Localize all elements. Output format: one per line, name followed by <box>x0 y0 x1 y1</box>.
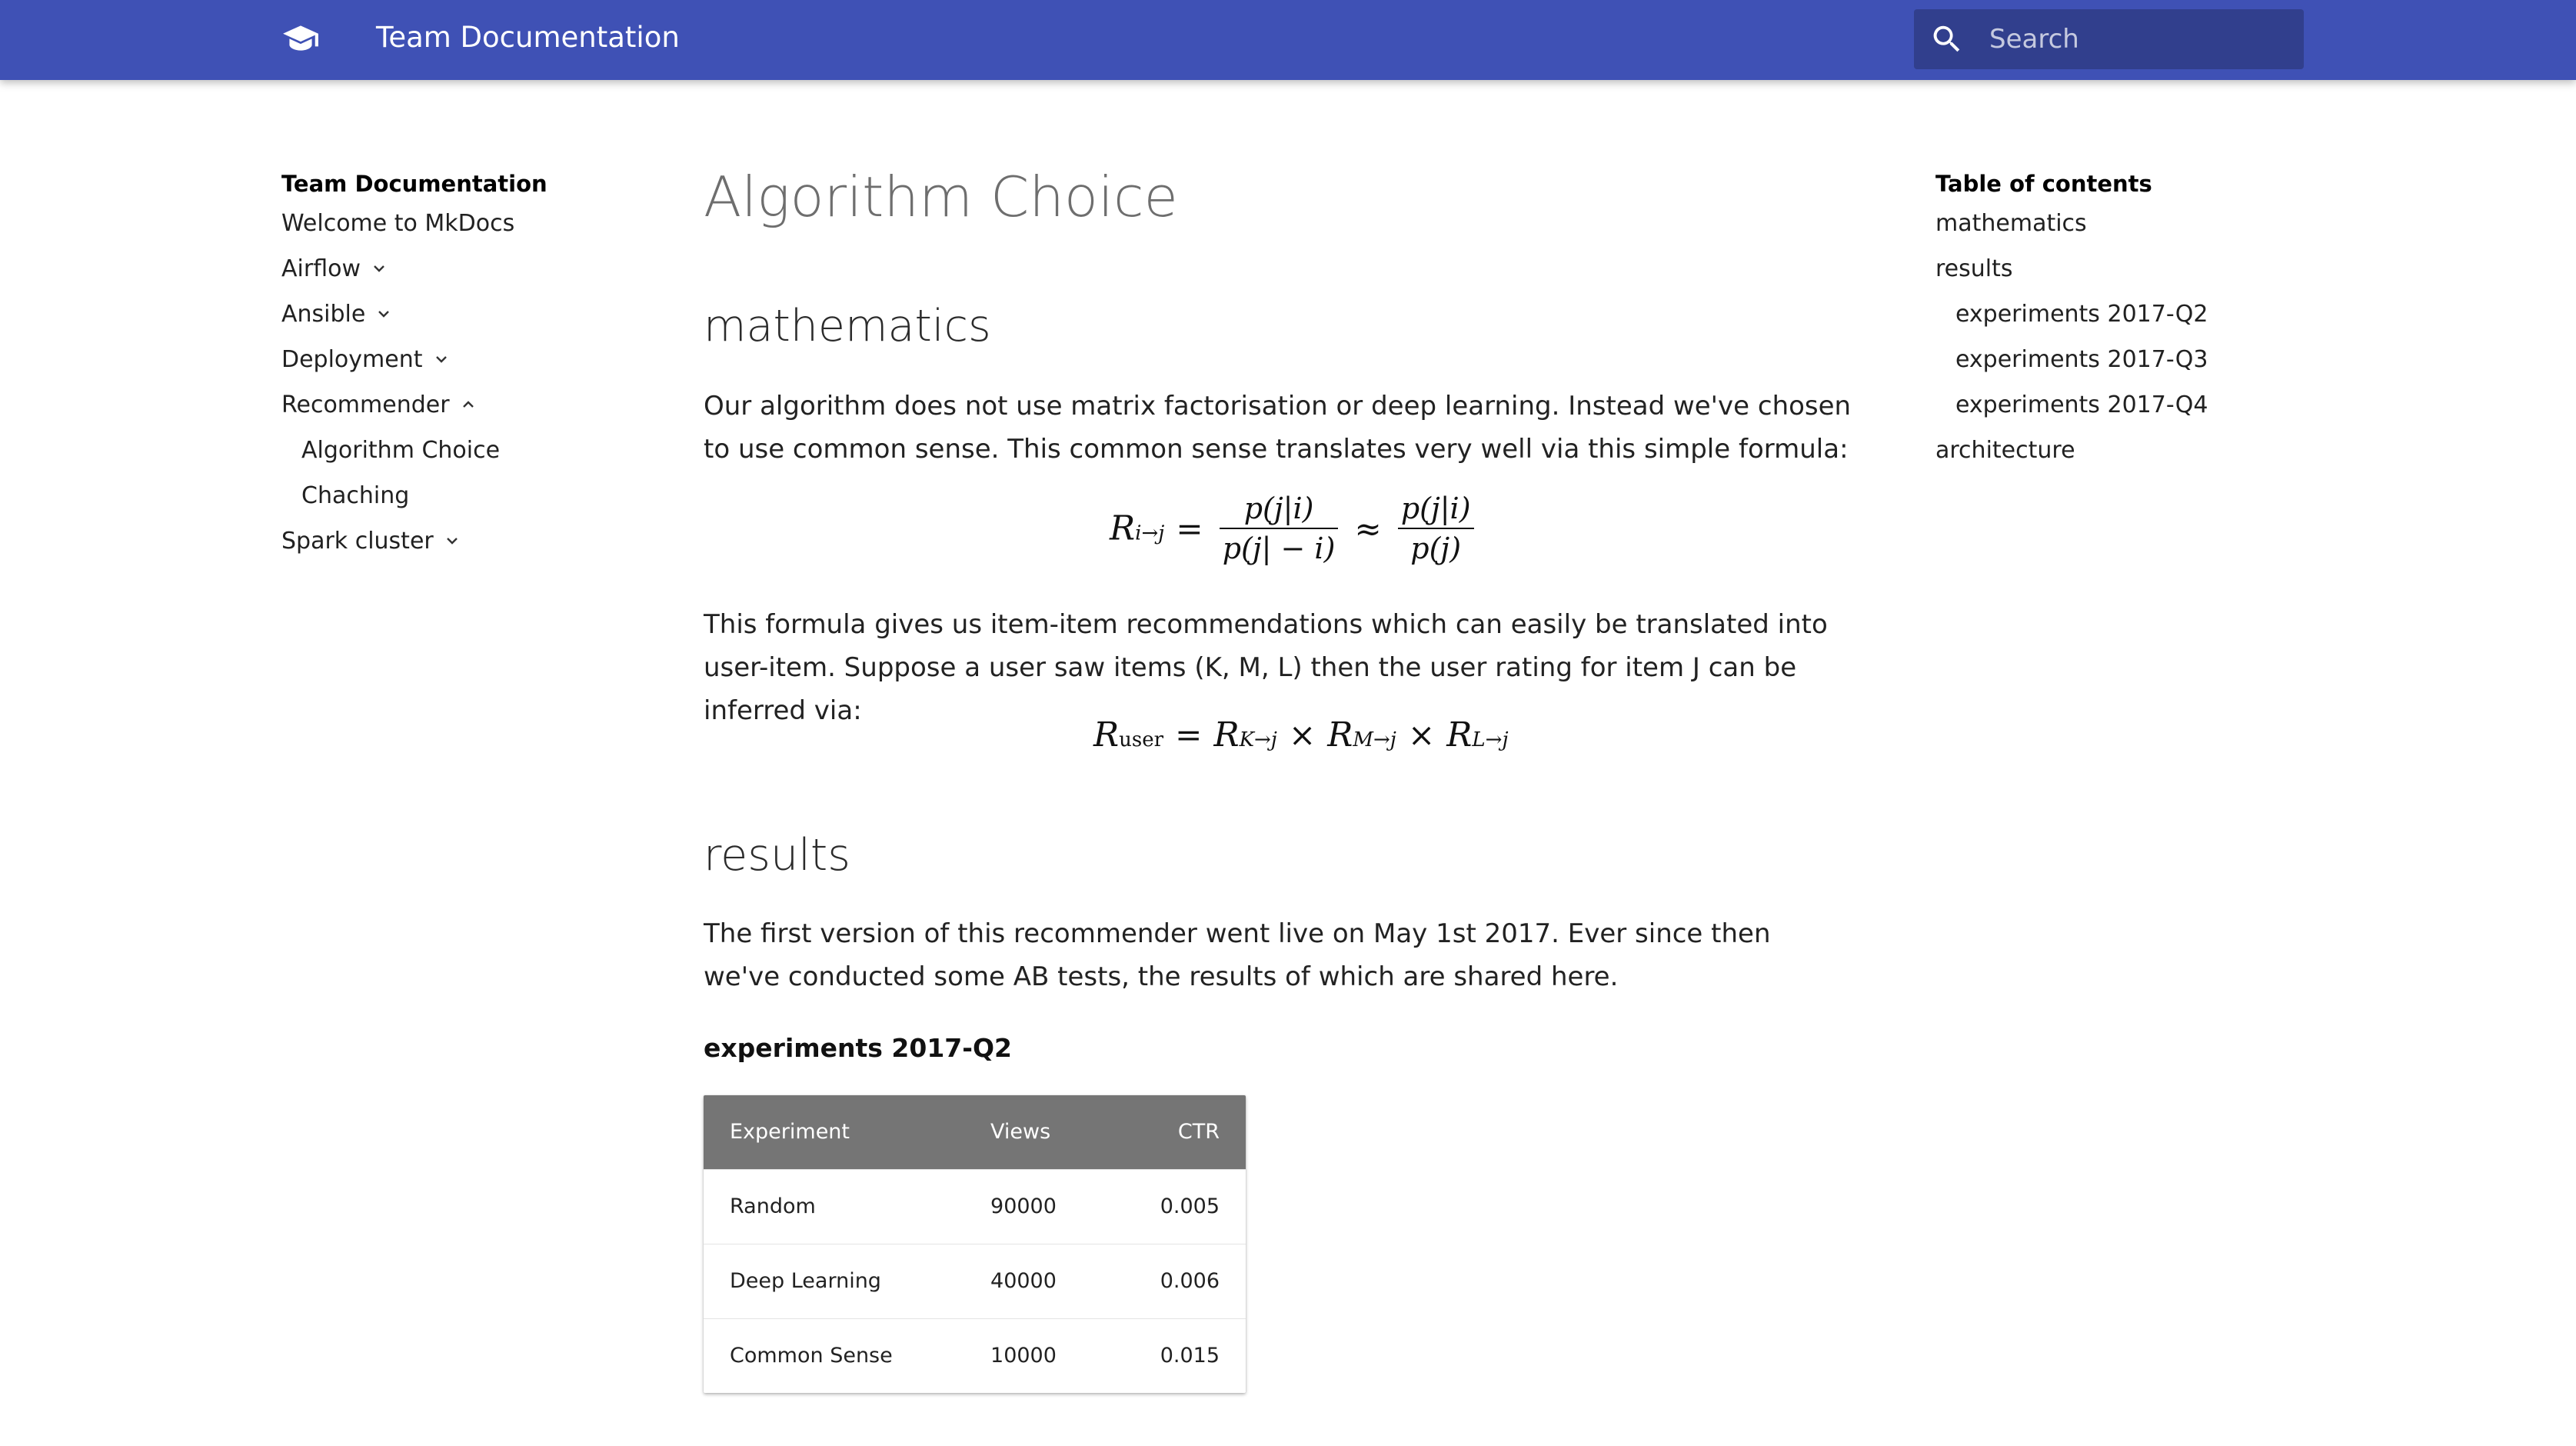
formula-lhs: R <box>1093 715 1120 755</box>
fraction-numerator: p(j|i) <box>1219 489 1339 529</box>
toc-item-experiments-q3[interactable]: experiments 2017-Q3 <box>1935 341 2320 386</box>
table-row: Deep Learning 40000 0.006 <box>704 1243 1246 1318</box>
nav-item-welcome[interactable]: Welcome to MkDocs <box>281 205 666 250</box>
toc-item-experiments-q2[interactable]: experiments 2017-Q2 <box>1935 295 2320 341</box>
formula-item-item: Ri→j = p(j|i) p(j| − i) ≈ p(j|i) p(j) <box>1110 489 1479 568</box>
table-cell-views: 40000 <box>967 1243 1109 1318</box>
results-table: Experiment Views CTR Random 90000 0.005 … <box>704 1095 1246 1393</box>
section-heading-mathematics: mathematics <box>704 301 991 352</box>
formula-term: R <box>1327 715 1353 755</box>
top-header: Team Documentation <box>0 0 2576 80</box>
table-row: Common Sense 10000 0.015 <box>704 1318 1246 1393</box>
formula-user-rating: Ruser = RK→j × RM→j × RL→j <box>1093 715 1509 755</box>
formula-lhs: R <box>1110 508 1136 548</box>
formula-lhs-sub: user <box>1119 728 1164 751</box>
search-box[interactable] <box>1914 9 2304 69</box>
nav-item-label: Welcome to MkDocs <box>281 210 515 237</box>
table-cell-views: 90000 <box>967 1168 1109 1244</box>
toc-title: Table of contents <box>1935 171 2152 197</box>
formula-equals: = <box>1176 509 1203 548</box>
paragraph-results: The first version of this recommender we… <box>704 918 1771 992</box>
formula-term-sub: M→j <box>1353 728 1396 751</box>
nav-title: Team Documentation <box>281 171 547 197</box>
table-cell-experiment: Random <box>704 1168 968 1244</box>
column-header-ctr: CTR <box>1108 1095 1246 1169</box>
formula-term-sub: K→j <box>1239 728 1277 751</box>
site-title[interactable]: Team Documentation <box>376 20 680 55</box>
formula-term: R <box>1213 715 1240 755</box>
chevron-down-icon <box>446 538 458 545</box>
nav-item-label: Chaching <box>301 482 410 509</box>
nav-item-algorithm-choice[interactable]: Algorithm Choice <box>281 431 666 477</box>
fraction-denominator: p(j| − i) <box>1222 531 1336 565</box>
toc-item-architecture[interactable]: architecture <box>1935 431 2320 477</box>
fraction-denominator: p(j) <box>1410 531 1462 565</box>
formula-fraction-2: p(j|i) p(j) <box>1397 489 1474 568</box>
results-table-q2: Experiment Views CTR Random 90000 0.005 … <box>704 1095 1246 1393</box>
nav-item-label: Ansible <box>281 301 366 328</box>
chevron-up-icon <box>462 401 474 408</box>
nav-item-chaching[interactable]: Chaching <box>281 477 666 522</box>
table-row: Random 90000 0.005 <box>704 1168 1246 1244</box>
table-header-row: Experiment Views CTR <box>704 1095 1246 1169</box>
table-cell-ctr: 0.005 <box>1108 1168 1246 1244</box>
toc-item-experiments-q4[interactable]: experiments 2017-Q4 <box>1935 386 2320 431</box>
nav-item-deployment[interactable]: Deployment <box>281 341 666 386</box>
nav-item-airflow[interactable]: Airflow <box>281 250 666 295</box>
nav-item-label: Deployment <box>281 346 423 373</box>
paragraph-math-intro: Our algorithm does not use matrix factor… <box>704 391 1852 465</box>
table-cell-ctr: 0.015 <box>1108 1318 1246 1393</box>
subsection-heading-q2: experiments 2017-Q2 <box>704 1033 1012 1063</box>
nav-item-spark-cluster[interactable]: Spark cluster <box>281 522 666 568</box>
table-cell-ctr: 0.006 <box>1108 1243 1246 1318</box>
fraction-numerator: p(j|i) <box>1397 489 1474 529</box>
column-header-experiment: Experiment <box>704 1095 968 1169</box>
table-cell-views: 10000 <box>967 1318 1109 1393</box>
chevron-down-icon <box>378 311 390 318</box>
sidebar-nav: Team Documentation Welcome to MkDocs Air… <box>281 165 666 568</box>
formula-term-sub: L→j <box>1472 728 1509 751</box>
table-cell-experiment: Deep Learning <box>704 1243 968 1318</box>
column-header-views: Views <box>967 1095 1109 1169</box>
formula-equals: = <box>1175 716 1203 754</box>
graduation-cap-icon[interactable] <box>281 22 320 55</box>
formula-term: R <box>1446 715 1473 755</box>
chevron-down-icon <box>374 265 384 272</box>
nav-item-label: Recommender <box>281 391 450 418</box>
formula-approx: ≈ <box>1354 509 1382 548</box>
search-input[interactable] <box>1988 9 2295 69</box>
toc-item-results[interactable]: results <box>1935 250 2320 295</box>
formula-fraction-1: p(j|i) p(j| − i) <box>1219 489 1339 568</box>
table-of-contents: Table of contents mathematics results ex… <box>1935 165 2320 477</box>
nav-item-label: Airflow <box>281 255 361 282</box>
section-heading-results: results <box>704 830 850 881</box>
nav-item-label: Algorithm Choice <box>301 437 501 464</box>
formula-times: × <box>1288 716 1316 754</box>
table-cell-experiment: Common Sense <box>704 1318 968 1393</box>
nav-item-recommender[interactable]: Recommender <box>281 386 666 431</box>
nav-item-label: Spark cluster <box>281 528 434 555</box>
nav-item-ansible[interactable]: Ansible <box>281 295 666 341</box>
paragraph-math-user-item: This formula gives us item-item recommen… <box>704 609 1828 726</box>
formula-times: × <box>1407 716 1436 754</box>
toc-item-mathematics[interactable]: mathematics <box>1935 205 2320 250</box>
formula-lhs-sub: i→j <box>1135 521 1165 545</box>
chevron-down-icon <box>435 356 447 363</box>
search-icon[interactable] <box>1929 22 1965 57</box>
page-title: Algorithm Choice <box>704 165 1178 229</box>
